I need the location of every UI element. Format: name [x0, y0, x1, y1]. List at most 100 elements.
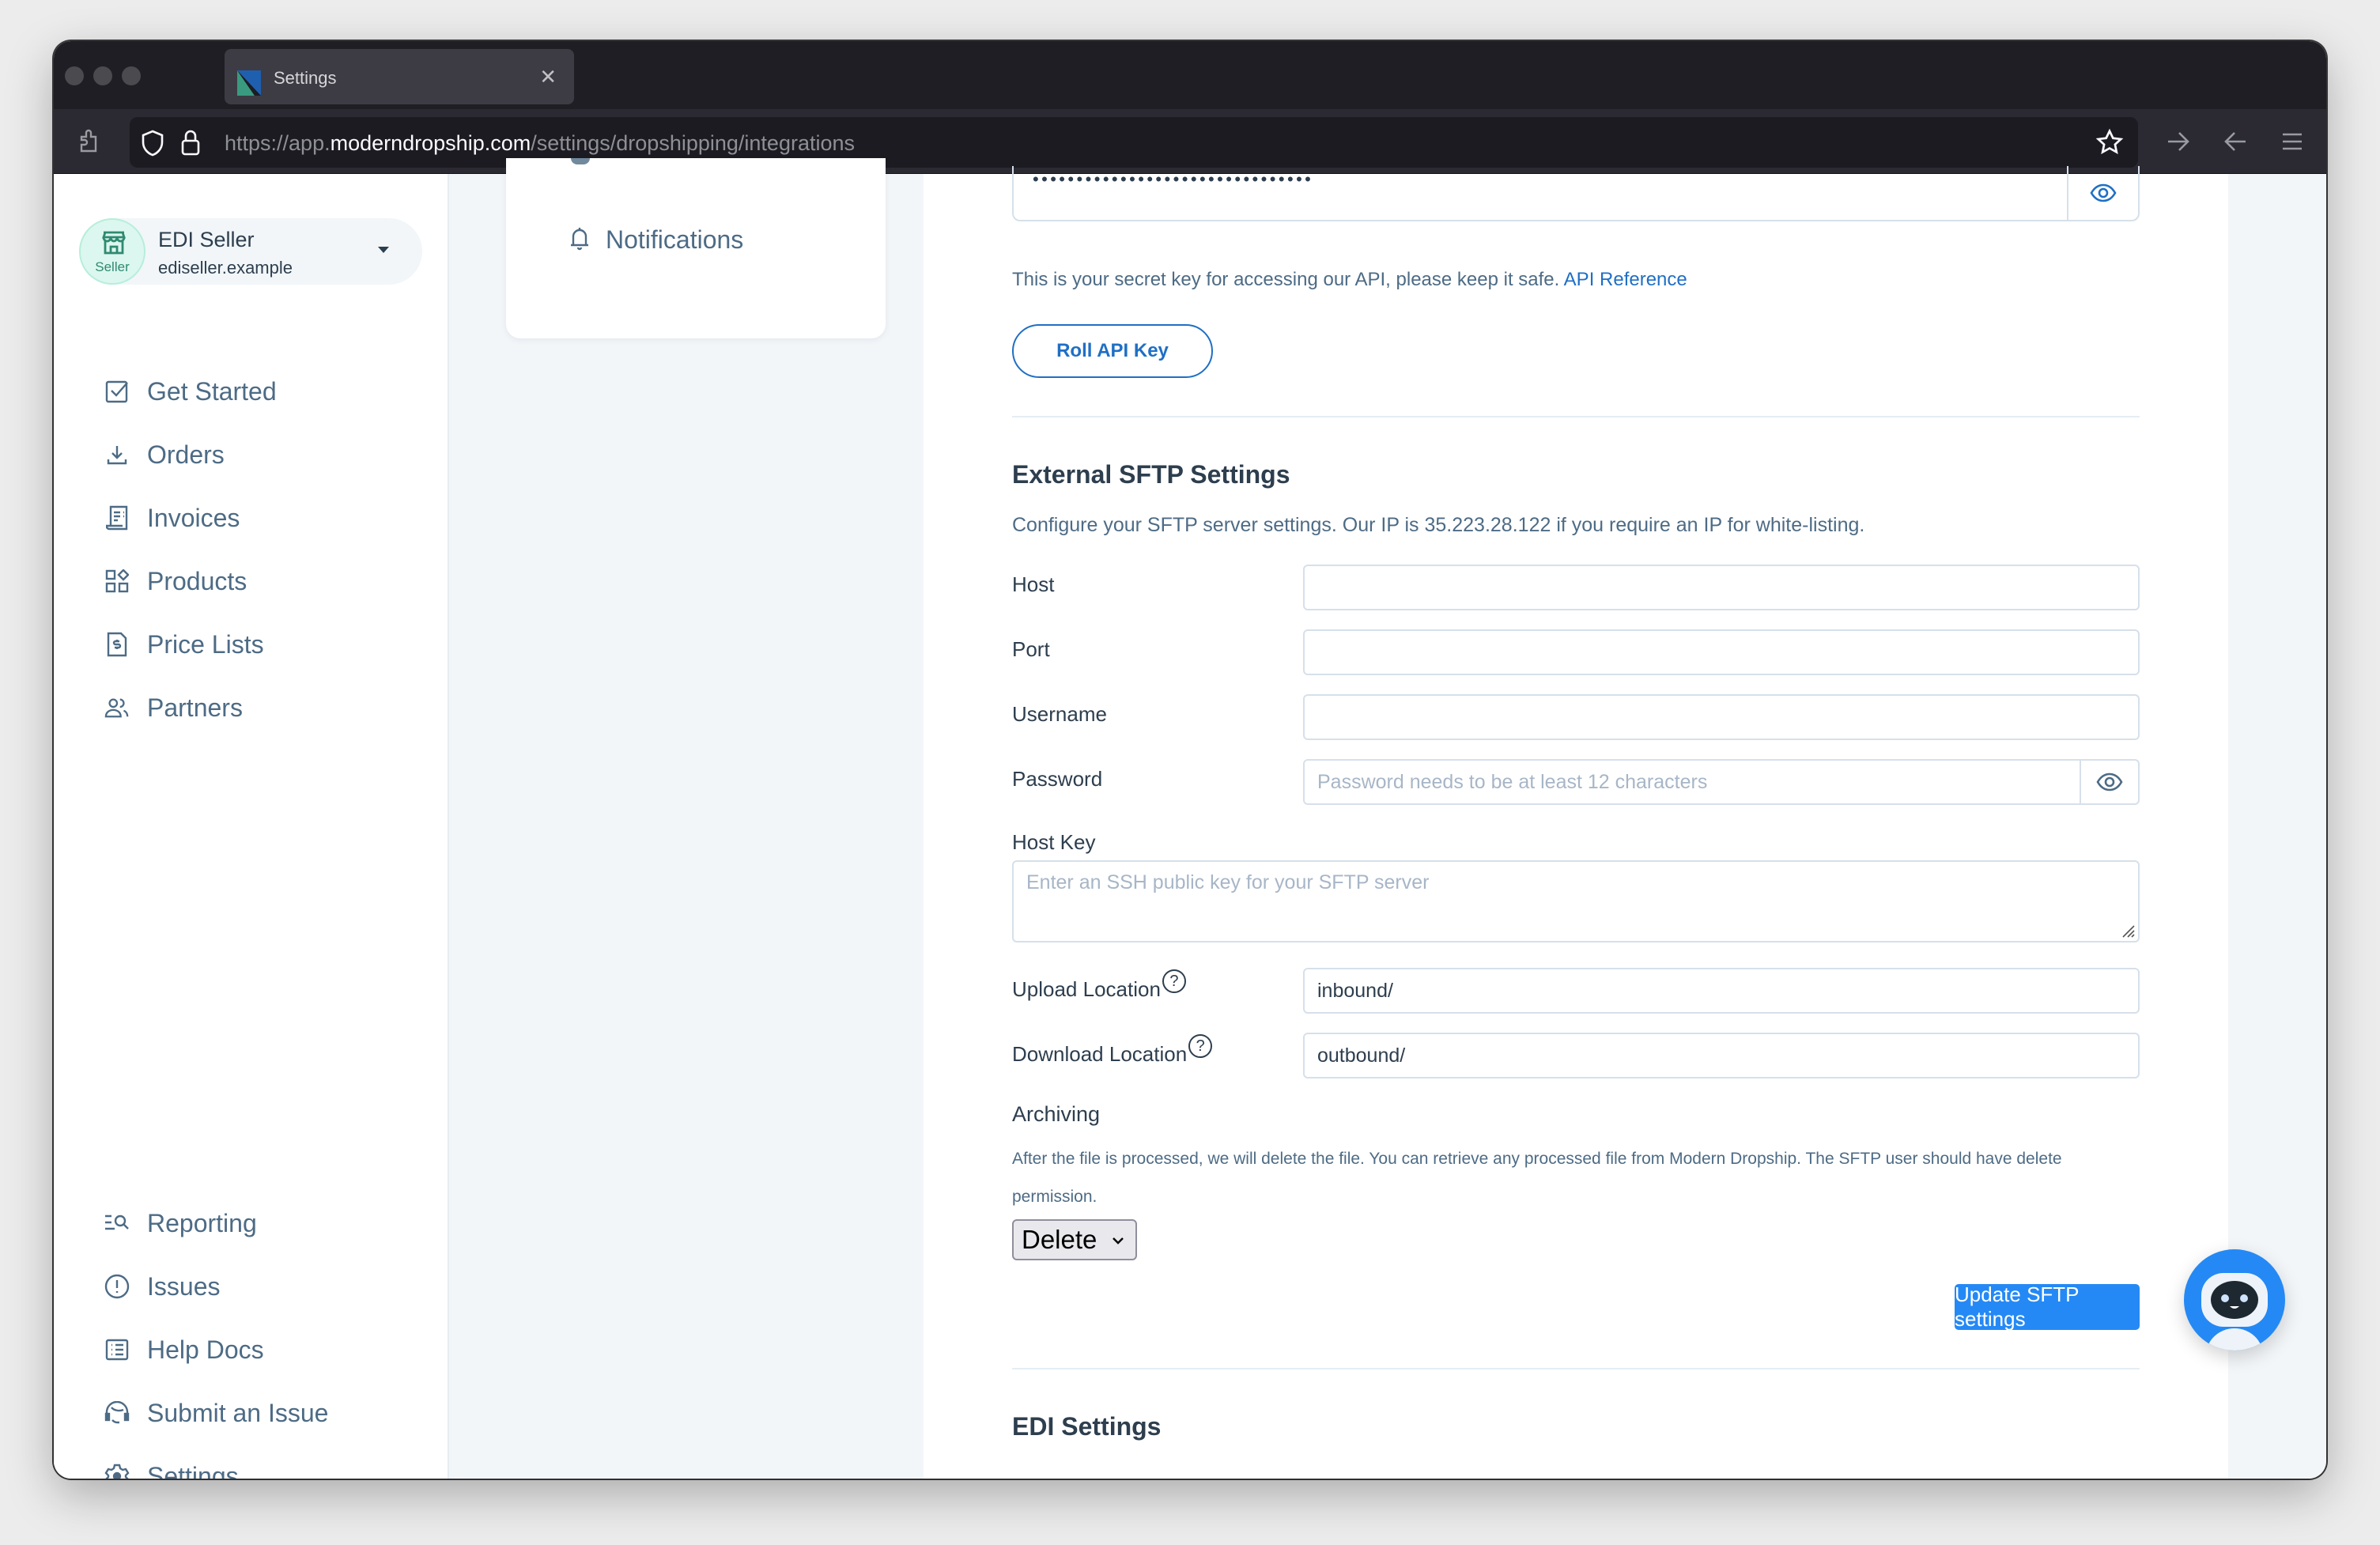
alert-circle-icon [104, 1274, 130, 1299]
sidebar-item-products[interactable]: Products [104, 561, 247, 601]
caret-down-icon [378, 247, 389, 253]
title-bar: Settings ✕ [54, 41, 2326, 109]
account-domain: ediseller.example [158, 258, 293, 278]
grid-icon [104, 569, 130, 594]
password-placeholder: Password needs to be at least 12 charact… [1317, 770, 1708, 793]
sidebar-item-settings[interactable]: Settings [104, 1456, 239, 1479]
favicon-icon [237, 70, 261, 96]
forward-icon[interactable] [2163, 127, 2193, 157]
sidebar-item-price-lists[interactable]: Price Lists [104, 625, 264, 664]
url-host: moderndropship.com [330, 131, 531, 155]
close-window-button[interactable] [65, 66, 84, 85]
roll-api-key-button[interactable]: Roll API Key [1012, 324, 1213, 378]
username-label: Username [1012, 702, 1107, 726]
help-circle-icon[interactable]: ? [1162, 969, 1186, 993]
sidebar-item-label: Issues [147, 1271, 221, 1301]
host-key-textarea[interactable]: Enter an SSH public key for your SFTP se… [1012, 860, 2140, 942]
url-scheme: https://app. [225, 131, 331, 155]
port-label: Port [1012, 637, 1050, 661]
api-key-value: •••••••••••••••••••••••••••••••• [1033, 169, 1314, 189]
sidebar-item-label: Settings [147, 1461, 239, 1479]
browser-tab[interactable]: Settings ✕ [225, 49, 574, 104]
receipt-icon [104, 505, 130, 531]
bookmark-star-icon[interactable] [2095, 128, 2124, 157]
sidebar-item-reporting[interactable]: Reporting [104, 1203, 257, 1243]
list-icon [104, 1337, 130, 1362]
show-api-key-button[interactable] [2067, 166, 2138, 220]
robot-icon [2201, 1273, 2268, 1350]
sidebar-item-help-docs[interactable]: Help Docs [104, 1330, 264, 1369]
sidebar-item-issues[interactable]: Issues [104, 1267, 220, 1306]
sidebar-item-label: Help Docs [147, 1335, 264, 1364]
eye-icon [2096, 772, 2123, 791]
lock-icon[interactable] [180, 128, 201, 157]
subnav-item-label: Notifications [606, 225, 744, 254]
url-path: /settings/dropshipping/integrations [531, 131, 855, 155]
edi-section-title: EDI Settings [1012, 1412, 1162, 1441]
maximize-window-button[interactable] [122, 66, 141, 85]
resize-handle-icon[interactable] [2119, 922, 2135, 938]
host-key-placeholder: Enter an SSH public key for your SFTP se… [1026, 871, 1430, 893]
sidebar-item-label: Price Lists [147, 629, 264, 659]
settings-main-panel: •••••••••••••••••••••••••••••••• This is… [924, 166, 2228, 1479]
menu-icon[interactable] [2277, 127, 2307, 157]
sidebar-item-get-started[interactable]: Get Started [104, 372, 277, 411]
archiving-description: After the file is processed, we will del… [1012, 1150, 2062, 1206]
sftp-description: Configure your SFTP server settings. Our… [1012, 514, 1865, 536]
headset-icon [104, 1400, 130, 1426]
api-key-field[interactable]: •••••••••••••••••••••••••••••••• [1012, 166, 2140, 221]
archiving-select[interactable]: Delete [1012, 1219, 1137, 1260]
sidebar-item-label: Get Started [147, 376, 277, 406]
subnav-item-partial[interactable] [571, 158, 761, 169]
storefront-icon [102, 231, 126, 255]
host-key-label: Host Key [1012, 830, 1096, 854]
eye-icon [2090, 183, 2117, 202]
help-circle-icon[interactable]: ? [1188, 1034, 1213, 1058]
api-key-help: This is your secret key for accessing ou… [1012, 269, 2140, 291]
gear-icon [104, 1464, 130, 1479]
host-label: Host [1012, 572, 1055, 596]
show-password-button[interactable] [2080, 761, 2138, 803]
subnav-item-notifications[interactable]: Notifications [569, 225, 743, 255]
divider [1012, 416, 2140, 417]
avatar: Seller [79, 218, 145, 285]
upload-location-label: Upload Location? [1012, 969, 1186, 1002]
sidebar-item-label: Partners [147, 693, 243, 722]
sidebar-item-orders[interactable]: Orders [104, 435, 225, 474]
sidebar-item-partners[interactable]: Partners [104, 688, 243, 727]
password-input[interactable]: Password needs to be at least 12 charact… [1303, 759, 2140, 805]
update-sftp-settings-button[interactable]: Update SFTP settings [1955, 1282, 2140, 1331]
tab-title: Settings [274, 68, 337, 88]
password-label: Password [1012, 767, 1103, 791]
url-text[interactable]: https://app.moderndropship.com/settings/… [225, 131, 855, 156]
settings-subnav: Notifications [506, 158, 886, 338]
sidebar-item-label: Reporting [147, 1208, 257, 1237]
back-icon[interactable] [2220, 127, 2250, 157]
minimize-window-button[interactable] [93, 66, 112, 85]
chat-bot-button[interactable] [2184, 1249, 2285, 1350]
download-location-label-text: Download Location [1012, 1042, 1188, 1066]
download-icon [104, 442, 130, 467]
divider [1012, 1368, 2140, 1369]
extensions-icon[interactable] [74, 127, 104, 157]
username-input[interactable] [1303, 694, 2140, 740]
upload-location-input[interactable]: inbound/ [1303, 968, 2140, 1014]
users-icon [104, 695, 130, 720]
dollar-file-icon [104, 632, 130, 657]
bell-icon [569, 225, 590, 255]
sidebar-item-invoices[interactable]: Invoices [104, 498, 240, 538]
address-bar[interactable]: https://app.moderndropship.com/settings/… [130, 117, 2138, 168]
account-switcher[interactable]: Seller EDI Seller ediseller.example [79, 218, 422, 285]
shield-icon[interactable] [141, 130, 164, 157]
download-location-input[interactable]: outbound/ [1303, 1033, 2140, 1078]
host-input[interactable] [1303, 565, 2140, 610]
api-reference-link[interactable]: API Reference [1564, 269, 1687, 290]
upload-location-label-text: Upload Location [1012, 977, 1161, 1001]
sftp-section-title: External SFTP Settings [1012, 460, 1290, 489]
port-input[interactable] [1303, 629, 2140, 675]
sidebar-item-submit-issue[interactable]: Submit an Issue [104, 1393, 328, 1433]
tab-close-icon[interactable]: ✕ [539, 65, 557, 89]
list-search-icon [104, 1211, 130, 1236]
sidebar: Seller EDI Seller ediseller.example Get … [54, 174, 449, 1479]
account-name: EDI Seller [158, 228, 255, 251]
